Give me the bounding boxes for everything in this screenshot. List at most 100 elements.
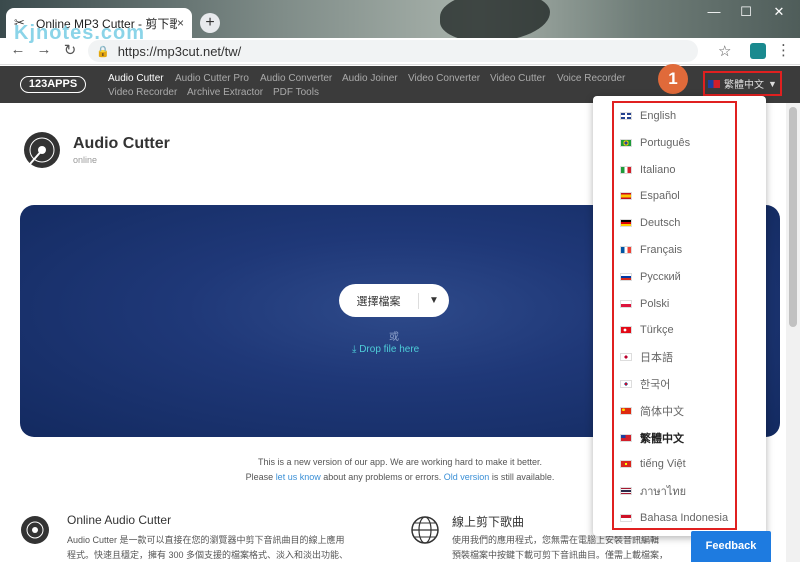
extension-icon[interactable] [750, 43, 766, 59]
page-title: Audio Cutter [73, 135, 170, 152]
nav-audio-joiner[interactable]: Audio Joiner [342, 73, 398, 84]
nav-video-cutter[interactable]: Video Cutter [490, 73, 545, 84]
language-option-label: 简体中文 [640, 405, 684, 418]
language-option-label: Español [640, 190, 680, 203]
logo-123apps[interactable]: 123APPS [20, 76, 86, 93]
page-scrollbar[interactable] [786, 103, 800, 562]
nav-archive-extractor[interactable]: Archive Extractor [187, 87, 263, 98]
flag-icon [620, 272, 632, 281]
language-option-label: tiếng Việt [640, 458, 686, 471]
flag-icon [620, 246, 632, 254]
language-option[interactable]: Polski [620, 295, 669, 313]
flag-icon [620, 460, 632, 469]
language-option[interactable]: ภาษาไทย [620, 482, 686, 500]
flag-icon [620, 112, 632, 120]
language-option[interactable]: English [620, 107, 676, 125]
language-option-label: Italiano [640, 163, 676, 176]
note-text: about any problems or errors. [320, 472, 444, 482]
flag-icon [620, 487, 632, 496]
section-title-right: 線上剪下歌曲 [452, 515, 525, 529]
chevron-down-icon[interactable]: ▼ [419, 295, 449, 306]
nav-voice-recorder[interactable]: Voice Recorder [557, 73, 625, 84]
note-text: Please [245, 472, 276, 482]
flag-icon [620, 353, 632, 362]
vinyl-scissors-icon [24, 132, 60, 168]
language-option[interactable]: Bahasa Indonesia [620, 509, 728, 527]
language-option-label: Deutsch [640, 217, 681, 230]
flag-icon [620, 219, 632, 228]
language-option-label: 繁體中文 [640, 432, 684, 445]
language-option[interactable]: Türkçe [620, 321, 674, 339]
nav-video-converter[interactable]: Video Converter [408, 73, 480, 84]
annotation-badge: 1 [658, 64, 688, 94]
url-text: https://mp3cut.net/tw/ [117, 43, 242, 59]
language-option[interactable]: 繁體中文 [620, 429, 684, 447]
language-option-label: Polski [640, 297, 670, 310]
chevron-down-icon: ▼ [768, 78, 777, 89]
drop-file-label: Drop file here [359, 344, 420, 355]
flag-icon [620, 299, 632, 308]
section-text-line: 程式。快速且穩定，擁有 300 多個支援的檔案格式、淡入和淡出功能、 [67, 550, 349, 560]
minimize-button[interactable]: — [697, 0, 731, 30]
vinyl-icon [21, 516, 49, 544]
watermark: Kjnotes.com [14, 22, 146, 44]
old-version-link[interactable]: Old version [444, 472, 490, 482]
nav-audio-converter[interactable]: Audio Converter [260, 73, 332, 84]
taiwan-flag-icon [708, 79, 721, 88]
flag-icon [620, 138, 632, 147]
language-option-label: ภาษาไทย [640, 486, 687, 499]
maximize-button[interactable]: ☐ [729, 0, 763, 30]
language-option[interactable]: Deutsch [620, 214, 680, 232]
nav-audio-cutter[interactable]: Audio Cutter [108, 73, 164, 84]
language-option-label: Türkçe [640, 324, 674, 337]
language-option-label: English [640, 110, 677, 122]
language-option[interactable]: Italiano [620, 161, 675, 179]
flag-icon [620, 326, 632, 335]
language-option-label: Bahasa Indonesia [640, 512, 729, 524]
page-subtitle: online [73, 155, 98, 165]
or-text: 或 [389, 332, 399, 343]
note-text: is still available. [489, 472, 555, 482]
flag-icon [620, 406, 632, 415]
scrollbar-thumb[interactable] [789, 107, 797, 327]
flag-icon [620, 380, 632, 388]
flag-icon [620, 514, 632, 522]
nav-audio-cutter-pro[interactable]: Audio Cutter Pro [175, 73, 249, 84]
language-option-label: Français [640, 244, 683, 256]
language-option-label: Português [640, 136, 691, 149]
language-option[interactable]: Español [620, 187, 680, 205]
language-option[interactable]: 日本語 [620, 348, 673, 366]
section-text-line: 預裝檔案中按鍵下載可剪下音訊曲目。僅需上載檔案， [452, 550, 669, 560]
section-text-line: Audio Cutter 是一款可以直接在您的瀏覽器中剪下音訊曲目的線上應用 [67, 535, 345, 545]
new-tab-button[interactable]: + [200, 13, 220, 33]
language-option[interactable]: tiếng Việt [620, 455, 686, 473]
background-image [440, 0, 550, 38]
tab-close-icon[interactable]: × [177, 16, 184, 30]
language-option-label: 日本語 [640, 352, 673, 365]
language-option-label: 한국어 [640, 379, 671, 391]
language-option[interactable]: 简体中文 [620, 402, 684, 420]
nav-video-recorder[interactable]: Video Recorder [108, 87, 177, 98]
close-window-button[interactable]: ✕ [762, 0, 796, 30]
nav-pdf-tools[interactable]: PDF Tools [273, 87, 319, 98]
bookmark-star-icon[interactable]: ☆ [718, 42, 731, 60]
lock-icon: 🔒 [96, 45, 110, 58]
browser-menu-icon[interactable]: ⋮ [776, 41, 791, 59]
choose-file-button[interactable]: 選擇檔案 ▼ [339, 284, 449, 317]
language-option-label: Русский [640, 270, 681, 283]
language-button-label: 繁體中文 [724, 80, 765, 91]
section-text-left: Audio Cutter 是一款可以直接在您的瀏覽器中剪下音訊曲目的線上應用 程… [67, 533, 387, 563]
language-button[interactable]: 繁體中文 ▼ [703, 71, 782, 96]
drop-file-hint: ⤓ Drop file here [352, 344, 419, 355]
section-text-right: 使用我們的應用程式，您無需在電腦上安裝音訊編輯 預裝檔案中按鍵下載可剪下音訊曲目… [452, 533, 692, 563]
flag-icon [620, 192, 632, 201]
flag-icon [620, 433, 632, 442]
url-bar[interactable]: 🔒 https://mp3cut.net/tw/ [88, 40, 698, 62]
language-option[interactable]: 한국어 [620, 375, 670, 393]
feedback-button[interactable]: Feedback [691, 531, 771, 562]
choose-file-label[interactable]: 選擇檔案 [339, 292, 419, 309]
let-us-know-link[interactable]: let us know [276, 472, 321, 482]
language-option[interactable]: Français [620, 241, 682, 259]
language-option[interactable]: Português [620, 134, 690, 152]
language-option[interactable]: Русский [620, 268, 681, 286]
